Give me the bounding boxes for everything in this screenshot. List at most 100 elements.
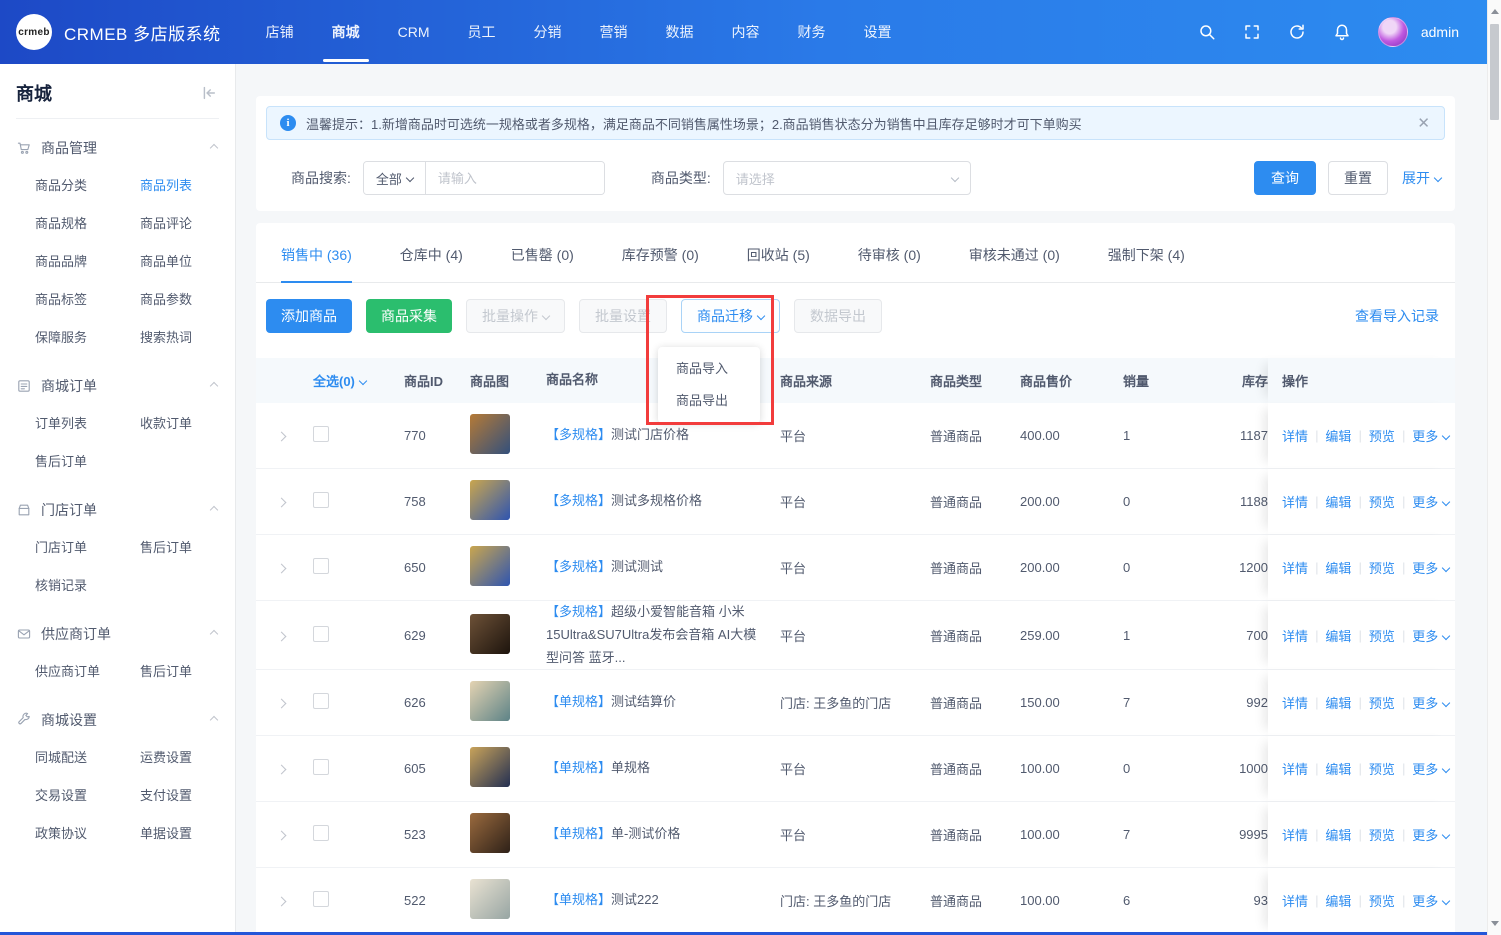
chevron-up-icon[interactable] [209, 505, 219, 515]
edit-link[interactable]: 编辑 [1325, 558, 1351, 577]
row-checkbox[interactable] [313, 625, 329, 642]
chevron-up-icon[interactable] [209, 715, 219, 725]
more-link[interactable]: 更多 [1412, 825, 1451, 844]
chevron-right-icon[interactable] [276, 764, 287, 775]
sidebar-item-supplier-aftersale[interactable]: 售后订单 [140, 653, 235, 691]
sidebar-item-product-brand[interactable]: 商品品牌 [35, 243, 140, 281]
sidebar-item-product-unit[interactable]: 商品单位 [140, 243, 235, 281]
more-link[interactable]: 更多 [1412, 492, 1451, 511]
tab-forced-off[interactable]: 强制下架 (4) [1108, 245, 1185, 282]
close-icon[interactable]: ✕ [1417, 114, 1430, 132]
detail-link[interactable]: 详情 [1282, 825, 1308, 844]
sidebar-item-policy-agreement[interactable]: 政策协议 [35, 815, 140, 853]
preview-link[interactable]: 预览 [1369, 492, 1395, 511]
chevron-right-icon[interactable] [276, 431, 287, 442]
product-type-select[interactable]: 请选择 [722, 161, 971, 195]
scroll-down-arrow-icon[interactable] [1491, 921, 1499, 926]
sidebar-item-product-param[interactable]: 商品参数 [140, 281, 235, 319]
edit-link[interactable]: 编辑 [1325, 626, 1351, 645]
top-menu-item-marketing[interactable]: 营销 [581, 0, 647, 64]
detail-link[interactable]: 详情 [1282, 426, 1308, 445]
chevron-right-icon[interactable] [276, 896, 287, 907]
sidebar-item-guarantee[interactable]: 保障服务 [35, 319, 140, 357]
search-scope-select[interactable]: 全部 [363, 162, 426, 194]
row-checkbox[interactable] [313, 759, 329, 776]
collect-product-button[interactable]: 商品采集 [366, 299, 452, 333]
row-checkbox[interactable] [313, 426, 329, 442]
sidebar-group-supplier-order-header[interactable]: 供应商订单 [0, 615, 235, 653]
tab-stock-warning[interactable]: 库存预警 (0) [622, 245, 699, 282]
sidebar-item-product-tag[interactable]: 商品标签 [35, 281, 140, 319]
row-checkbox[interactable] [313, 693, 329, 710]
sidebar-item-city-delivery[interactable]: 同城配送 [35, 739, 140, 777]
search-input[interactable] [425, 162, 604, 194]
sidebar-item-freight-settings[interactable]: 运费设置 [140, 739, 235, 777]
sidebar-item-payment-order[interactable]: 收款订单 [140, 405, 235, 443]
sidebar-item-supplier-order[interactable]: 供应商订单 [35, 653, 140, 691]
user-avatar[interactable] [1377, 17, 1408, 47]
refresh-icon[interactable] [1288, 23, 1306, 41]
view-import-records-link[interactable]: 查看导入记录 [1355, 306, 1439, 326]
username[interactable]: admin [1421, 24, 1459, 40]
sidebar-item-trade-settings[interactable]: 交易设置 [35, 777, 140, 815]
top-menu-item-content[interactable]: 内容 [713, 0, 779, 64]
chevron-right-icon[interactable] [276, 631, 287, 642]
top-menu-item-shop[interactable]: 店铺 [247, 0, 313, 64]
preview-link[interactable]: 预览 [1369, 626, 1395, 645]
sidebar-group-mall-order-header[interactable]: 商城订单 [0, 367, 235, 405]
more-link[interactable]: 更多 [1412, 759, 1451, 778]
preview-link[interactable]: 预览 [1369, 426, 1395, 445]
bell-icon[interactable] [1333, 23, 1351, 41]
top-menu-item-settings[interactable]: 设置 [845, 0, 911, 64]
sidebar-item-payment-settings[interactable]: 支付设置 [140, 777, 235, 815]
row-checkbox[interactable] [313, 492, 329, 508]
detail-link[interactable]: 详情 [1282, 626, 1308, 645]
top-menu-item-mall[interactable]: 商城 [313, 0, 379, 64]
more-link[interactable]: 更多 [1412, 426, 1451, 445]
detail-link[interactable]: 详情 [1282, 492, 1308, 511]
batch-set-button[interactable]: 批量设置 [579, 299, 667, 333]
reset-button[interactable]: 重置 [1328, 161, 1388, 195]
chevron-up-icon[interactable] [209, 629, 219, 639]
preview-link[interactable]: 预览 [1369, 759, 1395, 778]
sidebar-item-store-aftersale[interactable]: 售后订单 [140, 529, 235, 567]
search-icon[interactable] [1198, 23, 1216, 41]
sidebar-item-verify-record[interactable]: 核销记录 [35, 567, 140, 605]
preview-link[interactable]: 预览 [1369, 891, 1395, 910]
tab-on-sale[interactable]: 销售中 (36) [281, 245, 352, 283]
tab-in-warehouse[interactable]: 仓库中 (4) [400, 245, 463, 282]
sidebar-item-aftersale-order[interactable]: 售后订单 [35, 443, 140, 481]
sidebar-group-mall-settings-header[interactable]: 商城设置 [0, 701, 235, 739]
tab-recycle-bin[interactable]: 回收站 (5) [747, 245, 810, 282]
edit-link[interactable]: 编辑 [1325, 693, 1351, 712]
chevron-right-icon[interactable] [276, 563, 287, 574]
detail-link[interactable]: 详情 [1282, 558, 1308, 577]
batch-operate-button[interactable]: 批量操作 [466, 299, 565, 333]
tab-review-failed[interactable]: 审核未通过 (0) [969, 245, 1060, 282]
detail-link[interactable]: 详情 [1282, 759, 1308, 778]
sidebar-item-product-review[interactable]: 商品评论 [140, 205, 235, 243]
edit-link[interactable]: 编辑 [1325, 759, 1351, 778]
sidebar-item-product-list[interactable]: 商品列表 [140, 167, 235, 205]
detail-link[interactable]: 详情 [1282, 891, 1308, 910]
detail-link[interactable]: 详情 [1282, 693, 1308, 712]
row-checkbox[interactable] [313, 891, 329, 908]
more-link[interactable]: 更多 [1412, 558, 1451, 577]
data-export-button[interactable]: 数据导出 [794, 299, 882, 333]
menu-item-product-import[interactable]: 商品导入 [658, 353, 760, 385]
row-checkbox[interactable] [313, 558, 329, 574]
expand-link[interactable]: 展开 [1402, 168, 1443, 188]
top-menu-item-distribution[interactable]: 分销 [515, 0, 581, 64]
sidebar-item-hot-search[interactable]: 搜索热词 [140, 319, 235, 357]
top-menu-item-crm[interactable]: CRM [379, 0, 449, 64]
chevron-right-icon[interactable] [276, 698, 287, 709]
chevron-up-icon[interactable] [209, 381, 219, 391]
more-link[interactable]: 更多 [1412, 626, 1451, 645]
tab-pending-review[interactable]: 待审核 (0) [858, 245, 921, 282]
edit-link[interactable]: 编辑 [1325, 825, 1351, 844]
edit-link[interactable]: 编辑 [1325, 426, 1351, 445]
tab-sold-out[interactable]: 已售罄 (0) [511, 245, 574, 282]
top-menu-item-staff[interactable]: 员工 [449, 0, 515, 64]
edit-link[interactable]: 编辑 [1325, 891, 1351, 910]
menu-item-product-export[interactable]: 商品导出 [658, 385, 760, 417]
